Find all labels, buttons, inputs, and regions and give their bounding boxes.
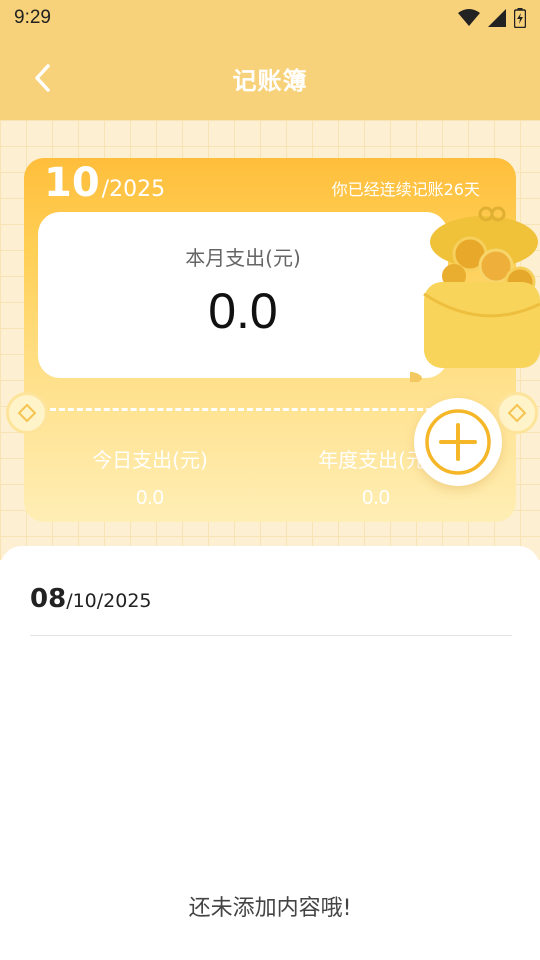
current-month: 10 /2025: [44, 160, 165, 206]
status-bar: 9:29: [0, 0, 540, 36]
status-icons: [458, 8, 526, 28]
today-expense-label: 今日支出(元): [92, 448, 208, 472]
empty-state-message: 还未添加内容哦!: [188, 896, 352, 921]
date-day: 08: [30, 584, 67, 614]
today-expense: 今日支出(元) 0.0: [70, 444, 230, 510]
chevron-left-icon: [35, 64, 50, 92]
yearly-expense-value: 0.0: [362, 487, 390, 509]
coin-wallet-icon: [410, 206, 540, 382]
monthly-expense-box: 本月支出(元) 0.0: [38, 212, 448, 378]
wifi-icon: [458, 9, 480, 26]
battery-icon: [514, 8, 526, 28]
left-coin-icon: [6, 392, 48, 434]
dashed-divider: [50, 408, 450, 411]
page-title: 记账簿: [232, 66, 308, 95]
cell-signal-icon: [488, 9, 506, 27]
streak-text: 你已经连续记账26天: [331, 180, 480, 199]
app-header: 记账簿: [0, 36, 540, 120]
date-header: 08 /10/2025: [30, 584, 152, 614]
plus-circle-icon: [425, 409, 491, 475]
monthly-expense-label: 本月支出(元): [185, 246, 301, 270]
back-button[interactable]: [20, 56, 64, 100]
monthly-expense-value: 0.0: [208, 283, 278, 339]
status-time: 9:29: [14, 7, 51, 28]
month-year: /2025: [101, 177, 166, 202]
records-sheet: 08 /10/2025 还未添加内容哦!: [0, 546, 540, 960]
date-month-year: /10/2025: [66, 590, 152, 612]
month-number: 10: [44, 160, 100, 206]
today-expense-value: 0.0: [136, 487, 164, 509]
right-coin-icon: [496, 392, 538, 434]
date-divider: [30, 635, 512, 636]
add-record-button[interactable]: [414, 398, 502, 486]
